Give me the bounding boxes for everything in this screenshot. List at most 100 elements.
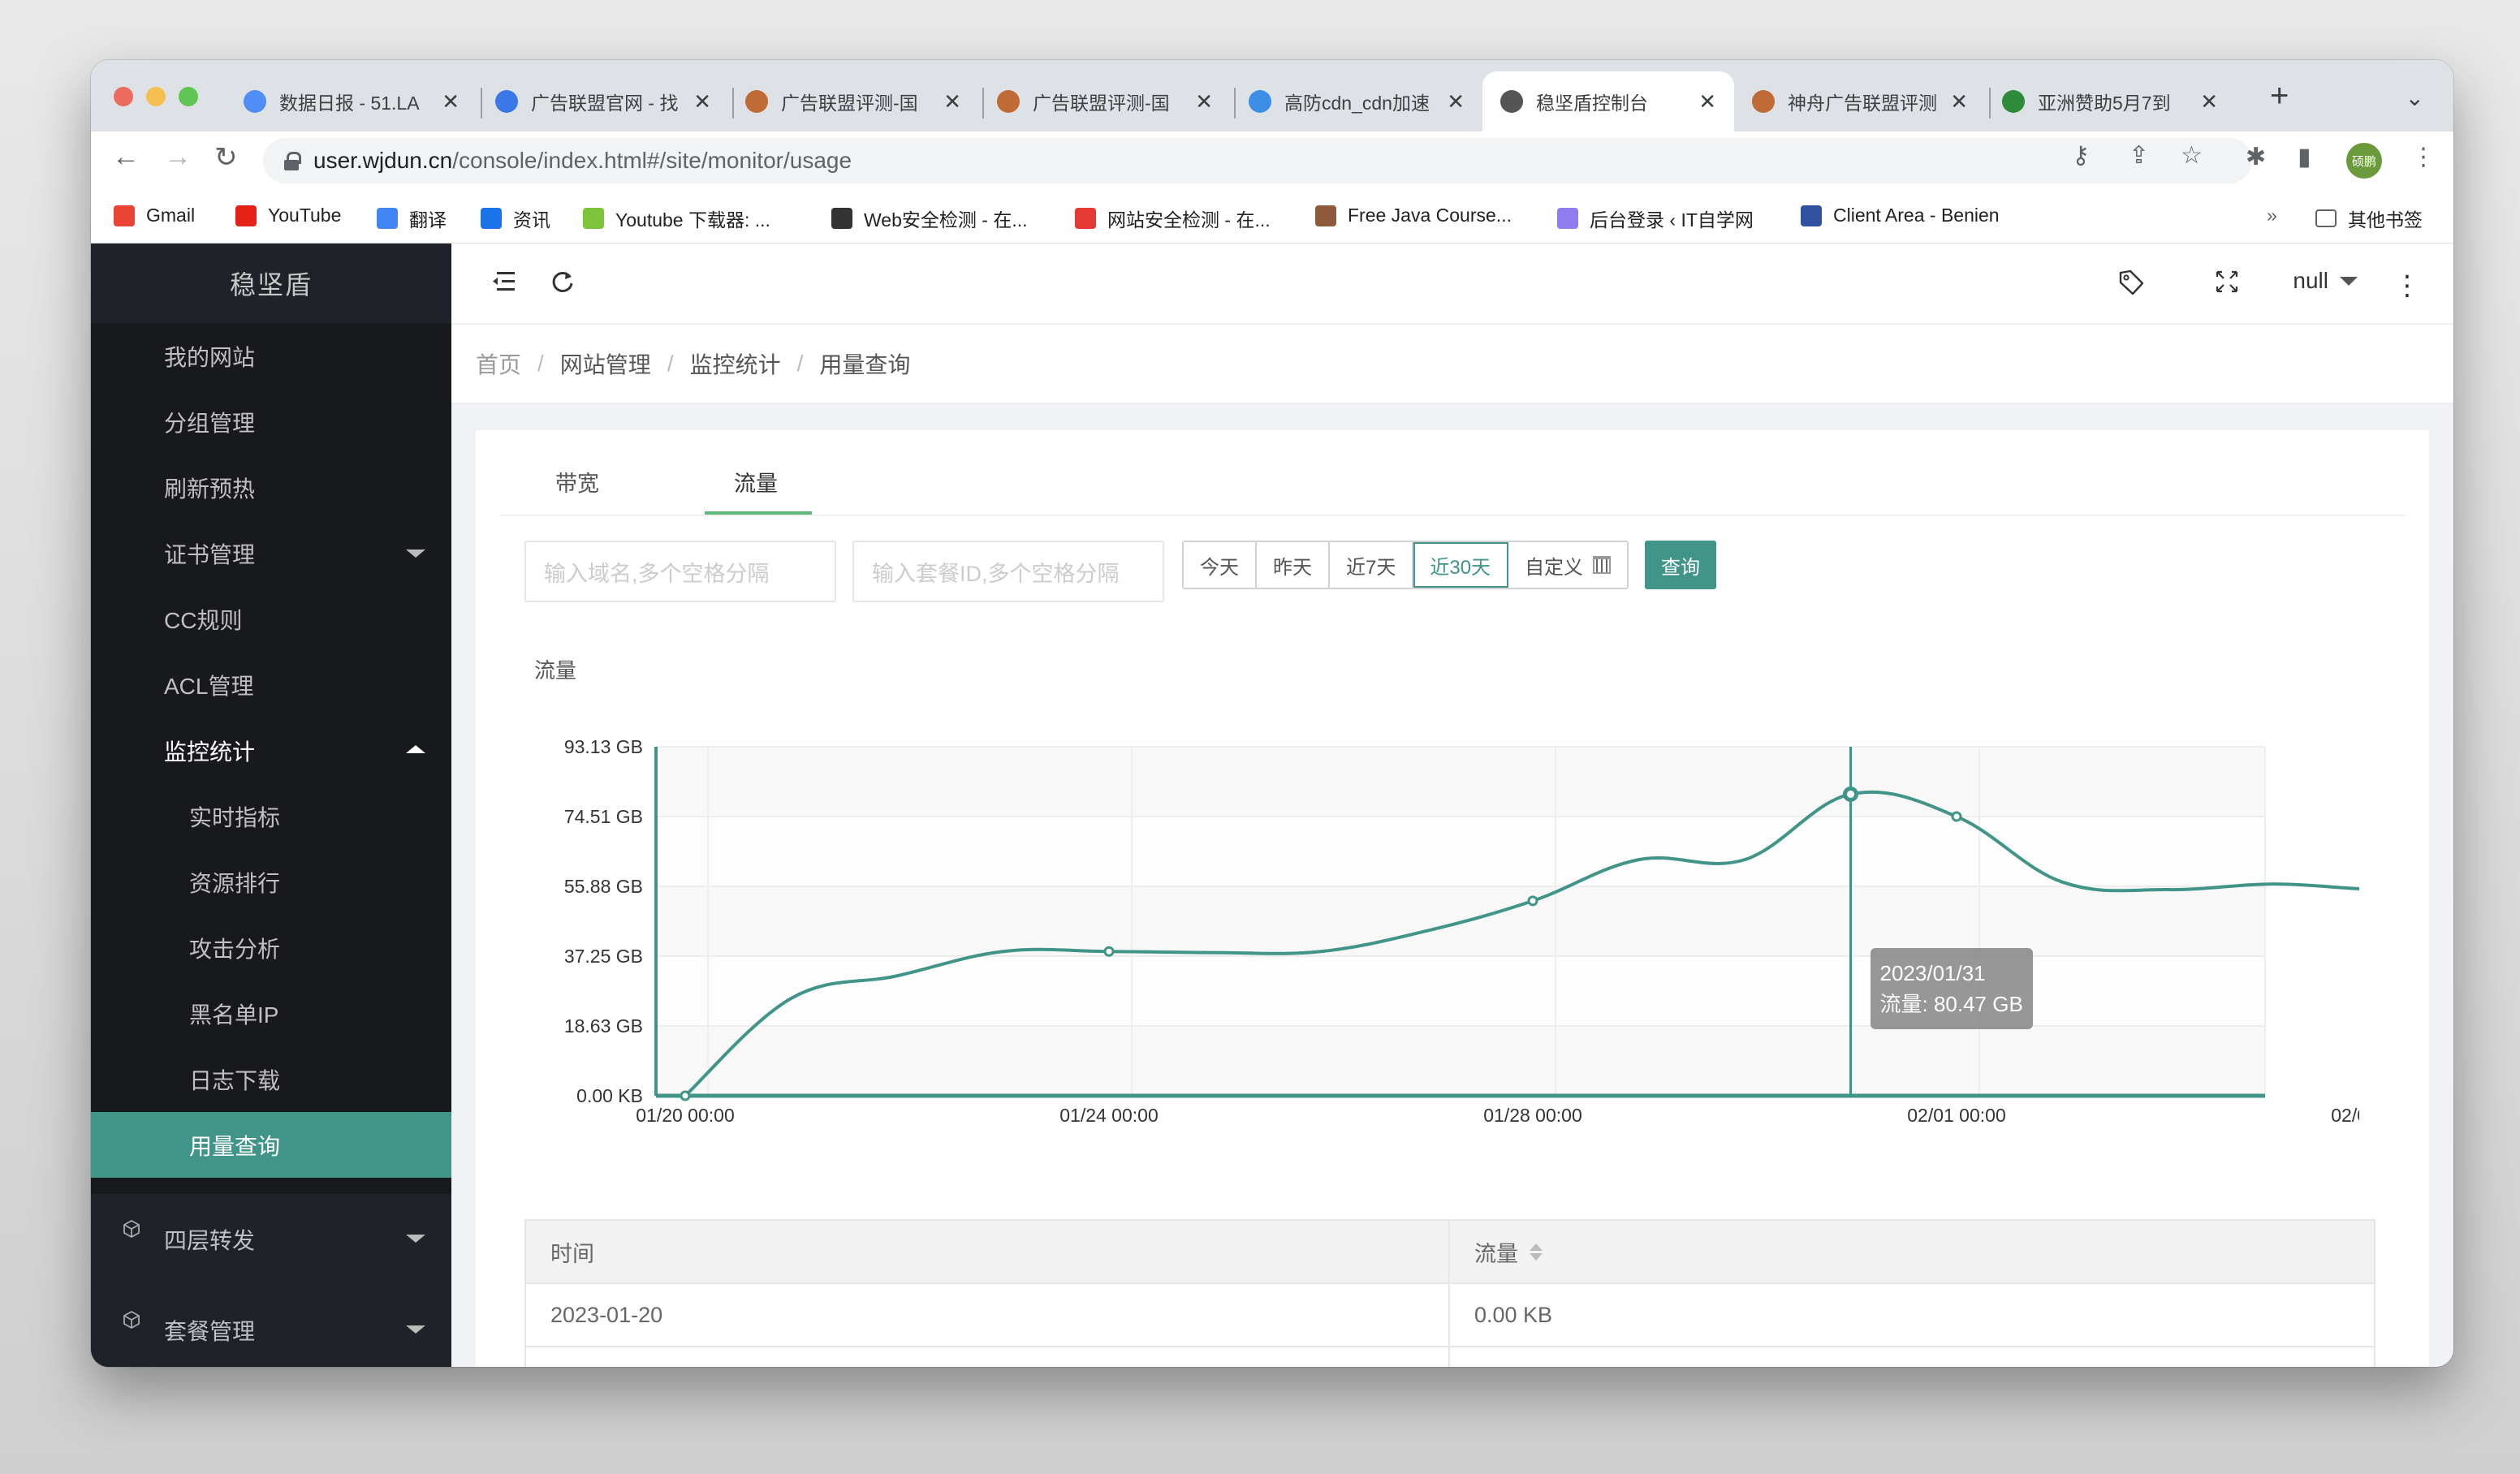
forward-button[interactable]: → bbox=[164, 141, 192, 173]
browser-tab[interactable]: 数据日报 - 51.LA ✕ bbox=[226, 71, 477, 131]
fullscreen-icon[interactable] bbox=[2215, 269, 2239, 301]
tooltip-date: 2023/01/31 bbox=[1879, 961, 1986, 986]
data-point[interactable] bbox=[1103, 946, 1115, 957]
sidebar-item[interactable]: 监控统计 bbox=[91, 718, 451, 783]
table-cell: 2023-01-20 bbox=[526, 1284, 1450, 1346]
side-panel-icon[interactable]: ▮ bbox=[2298, 143, 2311, 171]
sidebar-item[interactable]: 套餐管理 bbox=[91, 1285, 451, 1367]
url-host: user.wjdun.cn bbox=[313, 148, 453, 173]
extensions-icon[interactable]: ✱ bbox=[2246, 143, 2266, 171]
column-header-traffic[interactable]: 流量 bbox=[1450, 1221, 2374, 1282]
zoom-window-button[interactable] bbox=[179, 87, 198, 106]
browser-tab[interactable]: 高防cdn_cdn加速 ✕ bbox=[1231, 71, 1482, 131]
browser-menu-icon[interactable]: ⋮ bbox=[2411, 143, 2436, 171]
traffic-line-chart: 0.00 KB 18.63 GB 37.25 GB 55.88 GB 74.51 GB 9… bbox=[564, 736, 2359, 1126]
la-icon bbox=[745, 90, 768, 113]
caret-up-icon bbox=[406, 745, 425, 753]
user-dropdown[interactable]: null bbox=[2293, 268, 2358, 294]
close-tab-icon[interactable]: ✕ bbox=[693, 89, 711, 114]
bookmark-item[interactable]: Client Area - Benien bbox=[1801, 205, 2000, 226]
column-header-time: 时间 bbox=[526, 1221, 1450, 1282]
close-tab-icon[interactable]: ✕ bbox=[943, 89, 961, 114]
breadcrumb-link[interactable]: 首页 bbox=[476, 347, 521, 380]
sidebar-item[interactable]: 分组管理 bbox=[91, 389, 451, 455]
cube-icon bbox=[122, 1218, 141, 1239]
la-icon bbox=[997, 90, 1020, 113]
bookmark-label: 网站安全检测 - 在... bbox=[1107, 209, 1271, 231]
bookmark-label: 翻译 bbox=[409, 209, 447, 231]
sidebar-item[interactable]: 我的网站 bbox=[91, 323, 451, 389]
data-point[interactable] bbox=[1527, 895, 1538, 907]
chart-tooltip: 2023/01/31 流量: 80.47 GB bbox=[1870, 948, 2033, 1030]
tag-icon[interactable] bbox=[2117, 269, 2145, 304]
reload-button[interactable]: ↻ bbox=[214, 141, 238, 174]
minimize-window-button[interactable] bbox=[146, 87, 166, 106]
data-point[interactable] bbox=[680, 1090, 691, 1101]
y-tick-label: 37.25 GB bbox=[564, 946, 643, 967]
sidebar-item[interactable]: 用量查询 bbox=[91, 1112, 451, 1178]
close-window-button[interactable] bbox=[114, 87, 133, 106]
address-bar[interactable]: user.wjdun.cn/console/index.html#/site/m… bbox=[263, 138, 2252, 183]
bookmark-item[interactable]: 后台登录 ‹ IT自学网 bbox=[1557, 205, 1754, 232]
sidebar-item[interactable]: 资源排行 bbox=[91, 849, 451, 915]
close-tab-icon[interactable]: ✕ bbox=[442, 89, 460, 114]
sidebar-item[interactable]: 刷新预热 bbox=[91, 455, 451, 520]
youtube-icon bbox=[235, 205, 257, 226]
breadcrumb-link[interactable]: 网站管理 bbox=[560, 347, 651, 380]
profile-avatar[interactable]: 硕鹏 bbox=[2346, 143, 2382, 179]
tab-active[interactable]: 稳坚盾控制台 ✕ bbox=[1482, 71, 1734, 131]
cdn-icon bbox=[1249, 90, 1271, 113]
data-point-highlighted[interactable] bbox=[1843, 786, 1858, 802]
sidebar-item[interactable]: 四层转发 bbox=[91, 1194, 451, 1285]
gmail-icon bbox=[114, 205, 135, 226]
tab-title: 高防cdn_cdn加速 bbox=[1284, 93, 1430, 114]
close-tab-icon[interactable]: ✕ bbox=[1950, 89, 1968, 114]
browser-tab[interactable]: 广告联盟官网 - 找 ✕ bbox=[477, 71, 729, 131]
other-bookmarks-folder[interactable]: 其他书签 bbox=[2315, 205, 2423, 232]
collapse-sidebar-icon[interactable] bbox=[490, 269, 518, 301]
tooltip-value: 流量: 80.47 GB bbox=[1879, 992, 2023, 1017]
sidebar-item[interactable]: 黑名单IP bbox=[91, 981, 451, 1046]
tree-icon bbox=[2002, 90, 2025, 113]
back-button[interactable]: ← bbox=[112, 141, 140, 173]
share-icon[interactable]: ⇪ bbox=[2129, 141, 2149, 170]
browser-tab[interactable]: 广告联盟评测-国 ✕ bbox=[979, 71, 1231, 131]
breadcrumb-separator: / bbox=[667, 351, 674, 376]
bookmark-item[interactable]: Gmail bbox=[114, 205, 195, 226]
breadcrumb-link[interactable]: 监控统计 bbox=[690, 347, 781, 380]
download-icon bbox=[583, 208, 604, 229]
sidebar-item[interactable]: 证书管理 bbox=[91, 520, 451, 586]
star-icon[interactable]: ☆ bbox=[2181, 141, 2203, 170]
bookmark-item[interactable]: 资讯 bbox=[481, 205, 550, 232]
browser-window: 数据日报 - 51.LA ✕ 广告联盟官网 - 找 ✕ 广告联盟评测-国 ✕ 广告联盟评测-… bbox=[91, 60, 2453, 1367]
browser-tab[interactable]: 神舟广告联盟评测 ✕ bbox=[1734, 71, 1986, 131]
bookmark-item[interactable]: Web安全检测 - 在... bbox=[831, 205, 1028, 232]
close-tab-icon[interactable]: ✕ bbox=[1447, 89, 1465, 114]
table-header-row: 时间 流量 bbox=[526, 1221, 2374, 1284]
close-tab-icon[interactable]: ✕ bbox=[1195, 89, 1213, 114]
tab-search-chevron-icon[interactable]: ⌄ bbox=[2406, 84, 2424, 111]
data-point[interactable] bbox=[1951, 811, 1962, 822]
bookmarks-overflow-button[interactable]: » bbox=[2267, 205, 2277, 226]
sidebar-item[interactable]: ACL管理 bbox=[91, 652, 451, 718]
more-vertical-icon[interactable]: ⋮ bbox=[2393, 269, 2421, 302]
sort-icon[interactable] bbox=[1530, 1243, 1543, 1261]
x-tick-label: 01/28 00:00 bbox=[1483, 1105, 1582, 1126]
bookmark-item[interactable]: 翻译 bbox=[377, 205, 447, 232]
sidebar-item[interactable]: 日志下载 bbox=[91, 1046, 451, 1112]
x-tick-label: 02/01 00:00 bbox=[1907, 1105, 2006, 1126]
browser-tab[interactable]: 广告联盟评测-国 ✕ bbox=[727, 71, 979, 131]
new-tab-button[interactable]: + bbox=[2270, 78, 2289, 114]
browser-tab[interactable]: 亚洲赞助5月7到 ✕ bbox=[1984, 71, 2236, 131]
close-tab-icon[interactable]: ✕ bbox=[1698, 89, 1716, 114]
bookmark-item[interactable]: 网站安全检测 - 在... bbox=[1075, 205, 1271, 232]
sidebar-item[interactable]: 攻击分析 bbox=[91, 915, 451, 981]
key-icon[interactable]: ⚷ bbox=[2072, 141, 2090, 170]
sidebar-item[interactable]: CC规则 bbox=[91, 586, 451, 652]
bookmark-item[interactable]: YouTube bbox=[235, 205, 341, 226]
bookmark-item[interactable]: Free Java Course... bbox=[1315, 205, 1512, 226]
sidebar-item[interactable]: 实时指标 bbox=[91, 783, 451, 849]
close-tab-icon[interactable]: ✕ bbox=[2200, 89, 2218, 114]
refresh-icon[interactable] bbox=[550, 269, 575, 301]
bookmark-item[interactable]: Youtube 下载器: ... bbox=[583, 205, 770, 232]
